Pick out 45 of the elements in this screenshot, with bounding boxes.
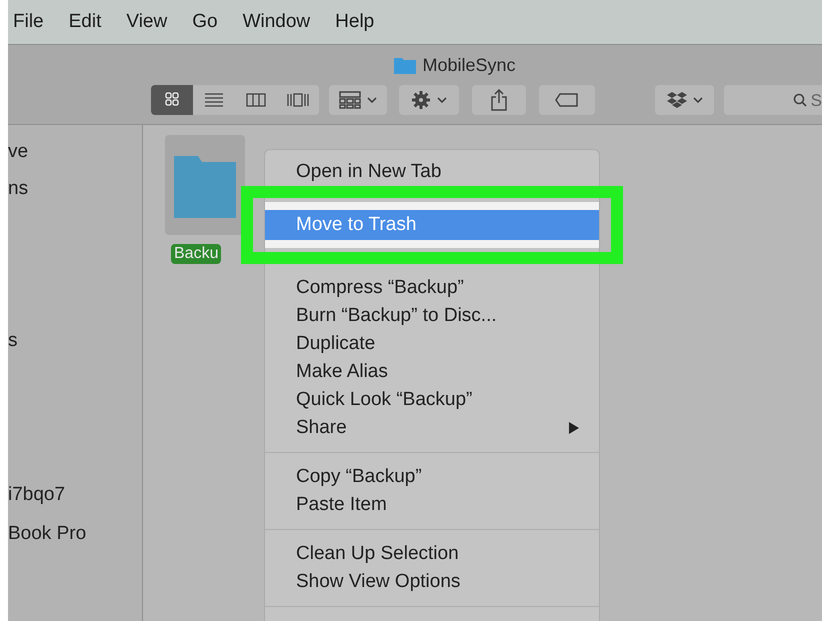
menu-item[interactable]: Clean Up Selection <box>265 540 599 568</box>
menu-item[interactable]: Edit <box>68 8 102 36</box>
menu-item[interactable]: Burn “Backup” to Disc... <box>265 302 599 330</box>
share-icon <box>491 89 507 111</box>
submenu-arrow-icon <box>569 422 579 434</box>
sidebar-item[interactable]: ns <box>8 179 28 198</box>
chevron-down-icon <box>692 97 702 103</box>
menu-item[interactable]: Compress “Backup” <box>265 274 599 302</box>
window-title: MobileSync <box>422 54 516 77</box>
list-view-icon <box>204 91 224 109</box>
menu-item[interactable]: Open in New Tab <box>265 158 599 186</box>
menu-item[interactable]: Help <box>335 8 374 36</box>
menu-item[interactable]: Go <box>192 8 218 36</box>
column-view-icon <box>246 91 266 109</box>
sidebar-item[interactable]: i7bqo7 <box>8 485 66 504</box>
search-icon <box>792 93 807 107</box>
folder-icon <box>394 56 416 74</box>
menu-item[interactable]: File <box>13 8 44 36</box>
share-button[interactable] <box>472 85 526 115</box>
menu-item[interactable]: Quick Look “Backup” <box>265 386 599 414</box>
tag-icon <box>555 93 579 107</box>
chevron-down-icon <box>437 97 447 103</box>
chevron-down-icon <box>367 97 377 103</box>
file-name: Backu <box>171 244 222 264</box>
view-mode-button[interactable] <box>151 85 193 115</box>
menu-item[interactable]: Copy “Backup” <box>265 463 599 491</box>
menu-item[interactable]: Paste Item <box>265 491 599 519</box>
grid-icon <box>339 91 361 109</box>
gallery-view-icon <box>287 91 309 109</box>
tag-button[interactable] <box>539 85 595 115</box>
menu-item[interactable]: View <box>126 8 168 36</box>
dropbox-button[interactable] <box>655 85 714 115</box>
menu-item[interactable]: Show View Options <box>265 568 599 596</box>
menu-item[interactable]: Make Alias <box>265 358 599 386</box>
sidebar-item[interactable]: s <box>8 331 18 350</box>
sidebar-item[interactable]: Book Pro <box>8 524 86 543</box>
settings-icon <box>411 90 431 110</box>
sidebar-item[interactable]: ve <box>8 142 28 161</box>
menu-item[interactable]: Window <box>242 8 310 36</box>
settings-button[interactable] <box>399 85 459 115</box>
dropbox-icon <box>666 91 686 109</box>
folder-tile[interactable] <box>165 135 245 235</box>
menu-item[interactable]: Duplicate <box>265 330 599 358</box>
arrange-button[interactable] <box>329 85 387 115</box>
menu-item[interactable]: Share <box>265 414 599 442</box>
